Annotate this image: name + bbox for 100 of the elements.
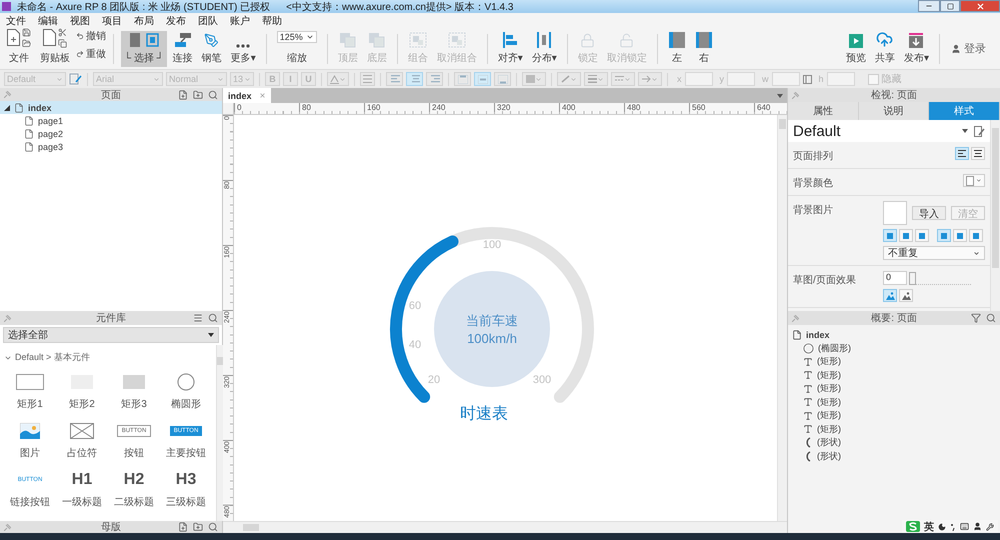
menu-item[interactable]: 文件: [6, 14, 26, 28]
inspector-tab[interactable]: 说明: [858, 102, 930, 120]
left-panel-button[interactable]: 左: [664, 30, 689, 66]
user-icon: [951, 44, 961, 54]
library-dropdown[interactable]: 选择全部: [3, 327, 219, 343]
sketch-input[interactable]: 0: [883, 271, 907, 285]
outline-item[interactable]: (矩形): [788, 368, 1000, 382]
pin-icon: [792, 92, 799, 98]
close-button[interactable]: [960, 0, 1000, 12]
widget-item[interactable]: 图片: [4, 421, 56, 460]
widget-item[interactable]: 矩形3: [108, 372, 160, 411]
more-button[interactable]: 更多▾: [228, 30, 259, 66]
outline-item[interactable]: (矩形): [788, 382, 1000, 396]
image-position-button[interactable]: [915, 229, 929, 242]
distribute-icon: [536, 32, 552, 48]
outline-item[interactable]: (矩形): [788, 355, 1000, 368]
page-tree-item[interactable]: page1: [0, 114, 222, 127]
widget-label: 按钮: [124, 446, 144, 460]
page-tree-item[interactable]: page3: [0, 140, 222, 153]
menu-item[interactable]: 发布: [166, 14, 186, 28]
inspector-tab[interactable]: 属性: [788, 102, 859, 120]
outline-item[interactable]: (形状): [788, 436, 1000, 450]
align-top-icon: [458, 74, 468, 84]
widget-label: 链接按钮: [10, 496, 50, 509]
style-name: Default: [793, 122, 841, 140]
outline-item[interactable]: (椭圆形): [788, 342, 1000, 355]
outline-item[interactable]: index: [788, 328, 1000, 342]
outline-item[interactable]: (矩形): [788, 422, 1000, 436]
menu-item[interactable]: 视图: [70, 14, 90, 28]
caret-icon: [535, 76, 542, 82]
inspector-tab[interactable]: 样式: [929, 102, 1000, 120]
zoom-control[interactable]: 125% 缩放: [274, 30, 320, 66]
heading-preview: H3: [176, 471, 196, 489]
menu-item[interactable]: 帮助: [262, 14, 282, 28]
menu-item[interactable]: 布局: [134, 14, 154, 28]
menu-item[interactable]: 项目: [102, 14, 122, 28]
widget-label: 矩形3: [121, 398, 147, 411]
widget-item[interactable]: 矩形1: [4, 372, 56, 411]
slider-thumb[interactable]: [909, 272, 916, 284]
image-position-button[interactable]: [953, 229, 967, 242]
menu-item[interactable]: 团队: [198, 14, 218, 28]
distribute-button[interactable]: 分布▾: [528, 30, 560, 66]
page-align-button[interactable]: [971, 147, 985, 160]
image-position-button[interactable]: [883, 229, 897, 242]
maximize-button[interactable]: [940, 0, 960, 12]
image-button[interactable]: 导入: [912, 206, 946, 220]
color-picker[interactable]: [963, 174, 985, 187]
select-button[interactable]: └ 选择 ┘: [121, 30, 167, 66]
menu-item[interactable]: 账户: [230, 14, 250, 28]
document-tab[interactable]: index: [223, 88, 271, 103]
effect-button[interactable]: [899, 289, 913, 302]
menu-item[interactable]: 编辑: [38, 14, 58, 28]
pin-icon: [4, 314, 11, 322]
position-icon: [903, 232, 909, 238]
zoom-dropdown[interactable]: 125%: [276, 30, 317, 42]
widget-item[interactable]: H3 三级标题: [160, 470, 212, 509]
punctuation-icon: [950, 522, 956, 530]
widget-item[interactable]: 椭圆形: [160, 372, 212, 411]
connect-button[interactable]: 连接: [170, 30, 196, 66]
minimize-button[interactable]: [918, 0, 940, 12]
caret-icon: [244, 76, 251, 82]
share-button[interactable]: 共享: [872, 30, 898, 66]
outline-item[interactable]: (矩形): [788, 409, 1000, 422]
clipboard-button[interactable]: 剪贴板: [37, 30, 73, 66]
redo-button[interactable]: 重做: [76, 46, 106, 60]
file-button[interactable]: 文件: [4, 30, 34, 66]
page-icon: [14, 102, 24, 112]
search-icon: [986, 313, 996, 323]
library-section[interactable]: Default > 基本元件: [4, 351, 212, 364]
property-label: 草图/页面效果: [793, 274, 857, 288]
widget-label: 二级标题: [114, 496, 154, 509]
widget-label: 一级标题: [62, 496, 102, 509]
right-panel-button[interactable]: 右: [692, 30, 716, 66]
ruler-label: 400: [559, 103, 624, 112]
gauge-tick-label: 20: [428, 374, 440, 386]
publish-button[interactable]: 发布▾: [900, 30, 932, 66]
image-position-button[interactable]: [899, 229, 913, 242]
rectangle-icon: [16, 374, 44, 390]
page-align-button[interactable]: [955, 147, 969, 160]
widget-item[interactable]: 矩形2: [56, 372, 108, 411]
effect-button[interactable]: [883, 289, 897, 302]
align-button[interactable]: 对齐▾: [494, 30, 526, 66]
login-button[interactable]: 登录: [947, 41, 996, 56]
image-position-button[interactable]: [969, 229, 983, 242]
app-icon: [2, 2, 11, 11]
page-tree-item[interactable]: index: [0, 101, 222, 114]
caret-icon: [339, 76, 346, 82]
undo-button[interactable]: 撤销: [76, 28, 106, 42]
widget-item[interactable]: H1 一级标题: [56, 470, 108, 509]
preview-button[interactable]: 预览: [842, 30, 869, 66]
image-preview: [883, 201, 907, 225]
page-tree-item[interactable]: page2: [0, 127, 222, 140]
outline-item[interactable]: (矩形): [788, 396, 1000, 409]
pen-button[interactable]: 钢笔: [198, 30, 225, 66]
repeat-dropdown[interactable]: 不重复: [883, 246, 985, 260]
widget-item[interactable]: H2 二级标题: [108, 470, 160, 509]
pen-icon: [204, 32, 220, 48]
widget-item[interactable]: 占位符: [56, 421, 108, 460]
outline-item[interactable]: (形状): [788, 450, 1000, 463]
image-position-button[interactable]: [937, 229, 951, 242]
